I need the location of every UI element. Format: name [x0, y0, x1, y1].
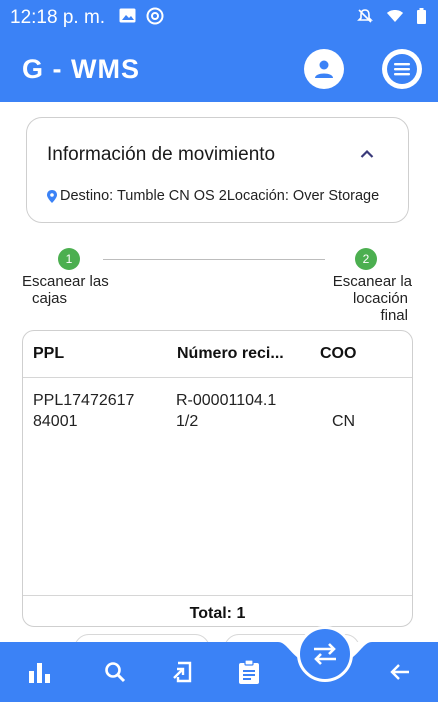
total-count: Total: 1	[189, 605, 246, 622]
nav-reports[interactable]	[20, 654, 60, 690]
table-footer: Total: 1	[23, 595, 412, 626]
app-bar: G - WMS	[0, 36, 438, 102]
app-title: G - WMS	[22, 53, 140, 84]
step-2-label-line2: locación	[352, 290, 408, 307]
step-1-label-line1: Escanear las	[22, 273, 109, 290]
status-time: 12:18 p. m.	[10, 7, 106, 28]
movement-info-detail: Destino: Tumble CN OS 2Locación: Over St…	[47, 188, 379, 204]
status-left-icons	[119, 7, 164, 30]
cell-ppl-line2: 84001	[33, 413, 78, 430]
move-in-icon	[173, 661, 192, 683]
at-sign-icon	[146, 7, 164, 30]
nav-tasks[interactable]	[229, 654, 269, 690]
menu-button[interactable]	[382, 49, 422, 89]
action-buttons-row	[0, 630, 438, 642]
movement-info-title: Información de movimiento	[47, 144, 276, 165]
step-1-circle: 1	[58, 248, 80, 270]
step-2-label-line1: Escanear la	[332, 273, 412, 290]
cell-coo: CN	[332, 413, 356, 430]
bar-chart-icon	[29, 663, 50, 683]
step-1-label: Escanear las cajas	[22, 273, 109, 307]
back-arrow-icon	[390, 664, 409, 680]
bottom-navigation	[0, 642, 438, 702]
menu-icon	[387, 54, 417, 84]
step-2-label: Escanear la locación final	[318, 273, 412, 324]
image-icon	[119, 8, 136, 28]
transfer-fab[interactable]	[297, 626, 353, 682]
table-header: PPL Número reci... COO	[23, 331, 412, 378]
step-1-label-line2: cajas	[32, 290, 68, 307]
battery-icon	[417, 7, 426, 29]
step-2-circle: 2	[355, 248, 377, 270]
nav-search[interactable]	[95, 654, 135, 690]
stepper-connector	[103, 259, 325, 260]
transfer-icon	[314, 643, 336, 665]
clipboard-icon	[239, 659, 259, 684]
cell-receipt: R-00001104.1 1/2	[176, 390, 276, 432]
nav-move-in[interactable]	[162, 654, 202, 690]
column-header-receipt[interactable]: Número reci...	[177, 345, 284, 363]
wifi-icon	[387, 9, 403, 28]
status-right-icons	[357, 7, 426, 29]
gesture-bar	[0, 702, 438, 714]
step-2-label-line3: final	[380, 307, 408, 324]
status-bar: 12:18 p. m.	[0, 0, 438, 36]
movement-detail-text: Destino: Tumble CN OS 2Locación: Over St…	[60, 188, 380, 204]
column-header-ppl[interactable]: PPL	[33, 345, 64, 363]
cell-receipt-line1: R-00001104.1	[176, 392, 277, 409]
app-bar-actions	[304, 49, 422, 89]
secondary-action-button[interactable]	[74, 634, 210, 642]
profile-button[interactable]	[304, 49, 344, 89]
profile-icon	[315, 60, 333, 78]
ppl-table: PPL Número reci... COO PPL17472617 84001…	[22, 330, 413, 627]
column-header-coo[interactable]: COO	[320, 345, 356, 363]
location-pin-icon	[47, 189, 57, 203]
search-icon	[105, 662, 126, 683]
cell-ppl: PPL17472617 84001	[33, 390, 134, 432]
cell-ppl-line1: PPL17472617	[33, 392, 135, 409]
movement-info-card: Información de movimiento Destino: Tumbl…	[26, 117, 409, 223]
stepper: 1 Escanear las cajas 2 Escanear la locac…	[0, 248, 438, 330]
nav-back[interactable]	[380, 654, 420, 690]
cell-receipt-line2: 1/2	[176, 413, 199, 430]
mute-icon	[357, 8, 373, 29]
chevron-up-icon[interactable]	[360, 146, 374, 164]
